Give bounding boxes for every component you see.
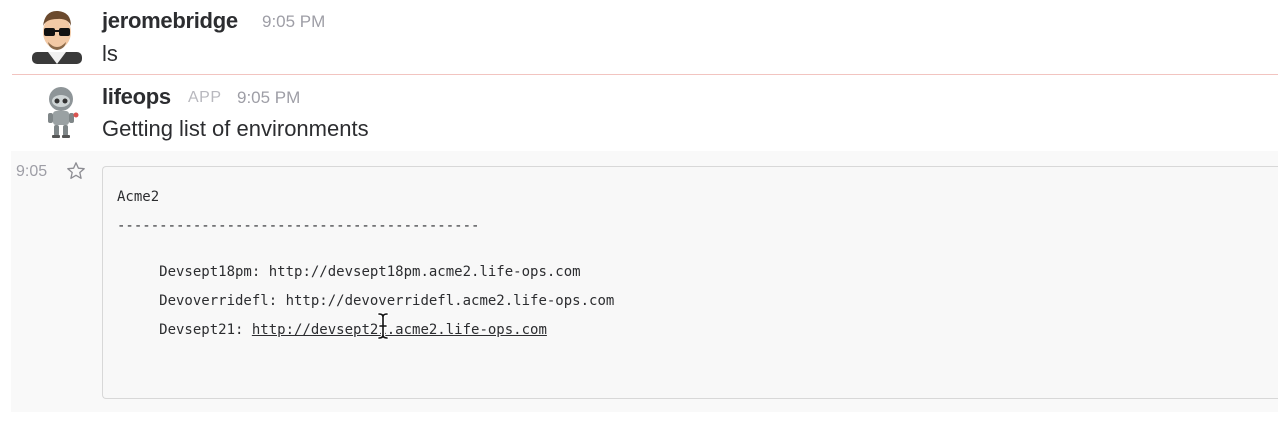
message-author[interactable]: lifeops: [102, 84, 171, 110]
avatar[interactable]: [28, 6, 86, 64]
message-author[interactable]: jeromebridge: [102, 8, 238, 34]
message-text: Getting list of environments: [102, 116, 369, 141]
message-text: ls: [102, 41, 118, 66]
code-line: Devsept21: http://devsept21.acme2.life-o…: [117, 306, 547, 354]
star-icon[interactable]: [66, 161, 86, 181]
environment-link[interactable]: http://devsept21.acme2.life-ops.com: [252, 322, 547, 338]
code-block: Acme2 ----------------------------------…: [102, 166, 1278, 399]
environment-label: Devsept21:: [150, 322, 252, 338]
code-header: Acme2: [117, 189, 160, 205]
message-timestamp[interactable]: 9:05 PM: [237, 88, 300, 108]
app-badge: APP: [188, 89, 222, 106]
message-timestamp[interactable]: 9:05: [16, 163, 47, 181]
code-rule: ----------------------------------------…: [117, 218, 480, 234]
avatar[interactable]: [32, 82, 90, 140]
message-timestamp[interactable]: 9:05 PM: [262, 12, 325, 32]
text-cursor-icon: [377, 312, 389, 340]
new-messages-divider: [12, 74, 1278, 75]
